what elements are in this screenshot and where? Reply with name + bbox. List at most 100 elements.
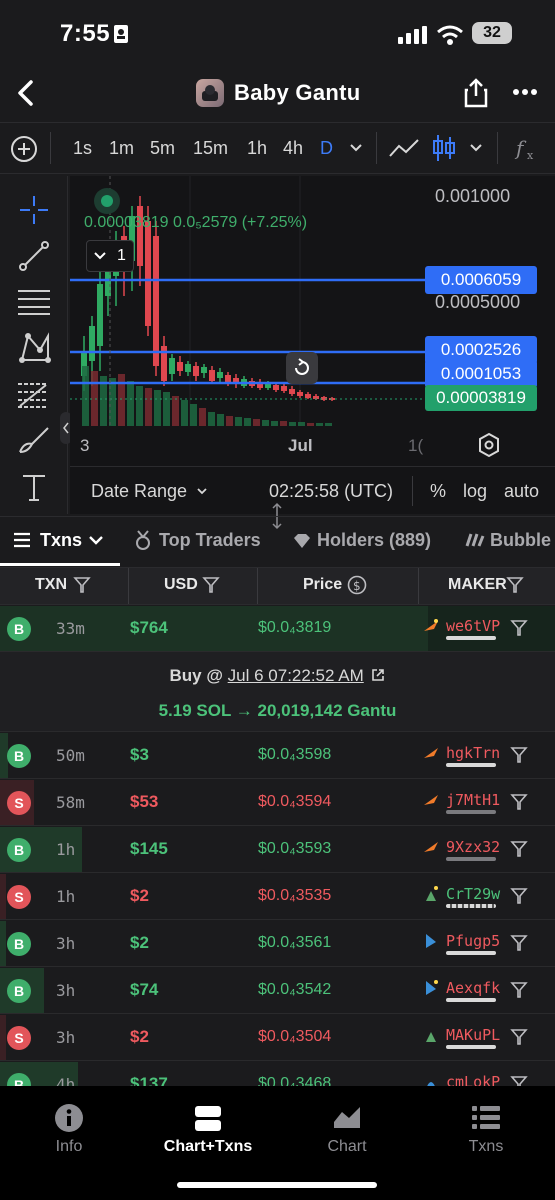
filter-icon[interactable] <box>510 1028 528 1046</box>
maker-address[interactable]: hgkTrn <box>446 744 500 762</box>
timeframe-d[interactable]: D <box>320 138 333 159</box>
maker-emoji-icon <box>424 842 438 852</box>
chevron-down-icon[interactable] <box>88 535 104 547</box>
line-chart-icon[interactable] <box>388 136 420 160</box>
candlestick-icon[interactable] <box>432 133 456 163</box>
price-chart[interactable]: 0.00003819 0.0₅2579 (+7.25%) 1 0.001000 … <box>70 176 555 514</box>
filter-icon[interactable] <box>510 840 528 858</box>
nav-chart-txns[interactable]: Chart+Txns <box>153 1138 263 1156</box>
maker-emoji-icon <box>424 795 438 805</box>
text-tool-icon[interactable] <box>20 472 48 502</box>
pattern-icon[interactable] <box>18 332 52 364</box>
volume-bar <box>0 921 6 966</box>
timeframe-4h[interactable]: 4h <box>283 138 303 159</box>
volume-bar <box>280 421 287 426</box>
add-indicator-icon[interactable] <box>10 135 38 163</box>
fx-indicators-icon[interactable]: fx <box>514 135 540 163</box>
maker-address[interactable]: CrT29w <box>446 885 500 903</box>
utc-time[interactable]: 02:25:58 (UTC) <box>269 481 393 502</box>
maker-emoji-icon <box>424 748 438 758</box>
maker-address[interactable]: j7MtH1 <box>446 791 500 809</box>
back-icon[interactable] <box>16 80 36 106</box>
nav-info[interactable]: Info <box>14 1138 124 1156</box>
column-header-maker[interactable]: MAKER <box>448 576 507 594</box>
indicator-legend-toggle[interactable]: 1 <box>86 240 134 272</box>
filter-icon[interactable] <box>510 981 528 999</box>
candle-body <box>297 392 303 396</box>
diamond-icon <box>294 534 310 548</box>
timeframe-1s[interactable]: 1s <box>73 138 92 159</box>
home-indicator[interactable] <box>177 1182 377 1188</box>
share-icon[interactable] <box>463 78 489 108</box>
table-row[interactable]: B 33m $764 $0.0₄3819 we6tVP <box>0 606 555 652</box>
filter-icon[interactable] <box>73 576 91 594</box>
tab-holders[interactable]: Holders (889) <box>317 530 431 551</box>
table-row[interactable]: S 3h $2 $0.0₄3504 MAKuPL <box>0 1015 555 1061</box>
battery-indicator: 32 <box>472 22 512 44</box>
brush-icon[interactable] <box>16 424 52 456</box>
chevron-down-icon[interactable] <box>469 143 483 153</box>
fib-retracement-icon[interactable] <box>16 380 50 410</box>
nav-txns[interactable]: Txns <box>431 1138 541 1156</box>
area-chart-icon[interactable] <box>332 1104 362 1130</box>
volume-bar <box>235 417 242 426</box>
refresh-icon <box>295 358 309 375</box>
maker-balance-bar <box>446 1045 496 1049</box>
chart-txns-icon[interactable] <box>194 1104 222 1132</box>
percent-toggle[interactable]: % <box>430 481 446 502</box>
column-header-txn[interactable]: TXN <box>35 576 67 594</box>
filter-icon[interactable] <box>506 576 524 594</box>
txn-age: 3h <box>56 1028 76 1047</box>
timeframe-1h[interactable]: 1h <box>247 138 267 159</box>
chart-settings-icon[interactable] <box>476 432 502 458</box>
trend-line-icon[interactable] <box>18 240 50 272</box>
cellular-signal-icon <box>398 26 427 44</box>
date-range-button[interactable]: Date Range <box>91 481 187 502</box>
tab-top-traders[interactable]: Top Traders <box>159 530 261 551</box>
table-row[interactable]: S 58m $53 $0.0₄3594 j7MtH1 <box>0 780 555 826</box>
list-icon[interactable] <box>471 1104 501 1132</box>
table-row[interactable]: S 1h $2 $0.0₄3535 CrT29w <box>0 874 555 920</box>
more-icon[interactable] <box>512 88 538 96</box>
column-divider <box>418 568 419 604</box>
column-header-usd[interactable]: USD <box>164 576 198 594</box>
timeframe-1m[interactable]: 1m <box>109 138 134 159</box>
maker-address[interactable]: MAKuPL <box>446 1026 500 1044</box>
table-row[interactable]: B 1h $145 $0.0₄3593 9Xzx32 <box>0 827 555 873</box>
txn-usd: $3 <box>130 745 149 764</box>
external-link-icon[interactable] <box>371 668 385 682</box>
txn-list: B 33m $764 $0.0₄3819 we6tVP Buy @ Jul 6 … <box>0 606 555 1108</box>
maker-address[interactable]: 9Xzx32 <box>446 838 500 856</box>
toolbar-divider <box>497 132 498 164</box>
filter-icon[interactable] <box>202 576 220 594</box>
filter-icon[interactable] <box>510 746 528 764</box>
nav-chart[interactable]: Chart <box>292 1138 402 1156</box>
tab-bubble[interactable]: Bubble <box>490 530 551 551</box>
auto-toggle[interactable]: auto <box>504 481 539 502</box>
timeframe-15m[interactable]: 15m <box>193 138 228 159</box>
maker-emoji-icon <box>426 934 436 948</box>
list-icon <box>14 532 30 548</box>
timeframe-5m[interactable]: 5m <box>150 138 175 159</box>
filter-icon[interactable] <box>510 887 528 905</box>
table-row[interactable]: B 50m $3 $0.0₄3598 hgkTrn <box>0 733 555 779</box>
column-header-price[interactable]: Price <box>303 576 342 594</box>
horizontal-lines-icon[interactable] <box>16 286 52 316</box>
maker-address[interactable]: Aexqfk <box>446 979 500 997</box>
table-row[interactable]: B 3h $74 $0.0₄3542 Aexqfk <box>0 968 555 1014</box>
filter-icon[interactable] <box>510 793 528 811</box>
crosshair-icon[interactable] <box>18 194 50 226</box>
txn-datetime-link[interactable]: Jul 6 07:22:52 AM <box>228 666 364 685</box>
info-icon[interactable] <box>54 1103 84 1133</box>
log-toggle[interactable]: log <box>463 481 487 502</box>
chevron-down-icon[interactable] <box>349 143 363 153</box>
table-row[interactable]: B 3h $2 $0.0₄3561 Pfugp5 <box>0 921 555 967</box>
filter-icon[interactable] <box>510 619 528 637</box>
sell-badge: S <box>7 885 31 909</box>
tab-txns[interactable]: Txns <box>40 530 82 551</box>
filter-icon[interactable] <box>510 934 528 952</box>
maker-address[interactable]: we6tVP <box>446 617 500 635</box>
maker-address[interactable]: Pfugp5 <box>446 932 500 950</box>
currency-toggle-icon[interactable]: $ <box>347 575 367 595</box>
reset-chart-button[interactable] <box>286 352 318 384</box>
